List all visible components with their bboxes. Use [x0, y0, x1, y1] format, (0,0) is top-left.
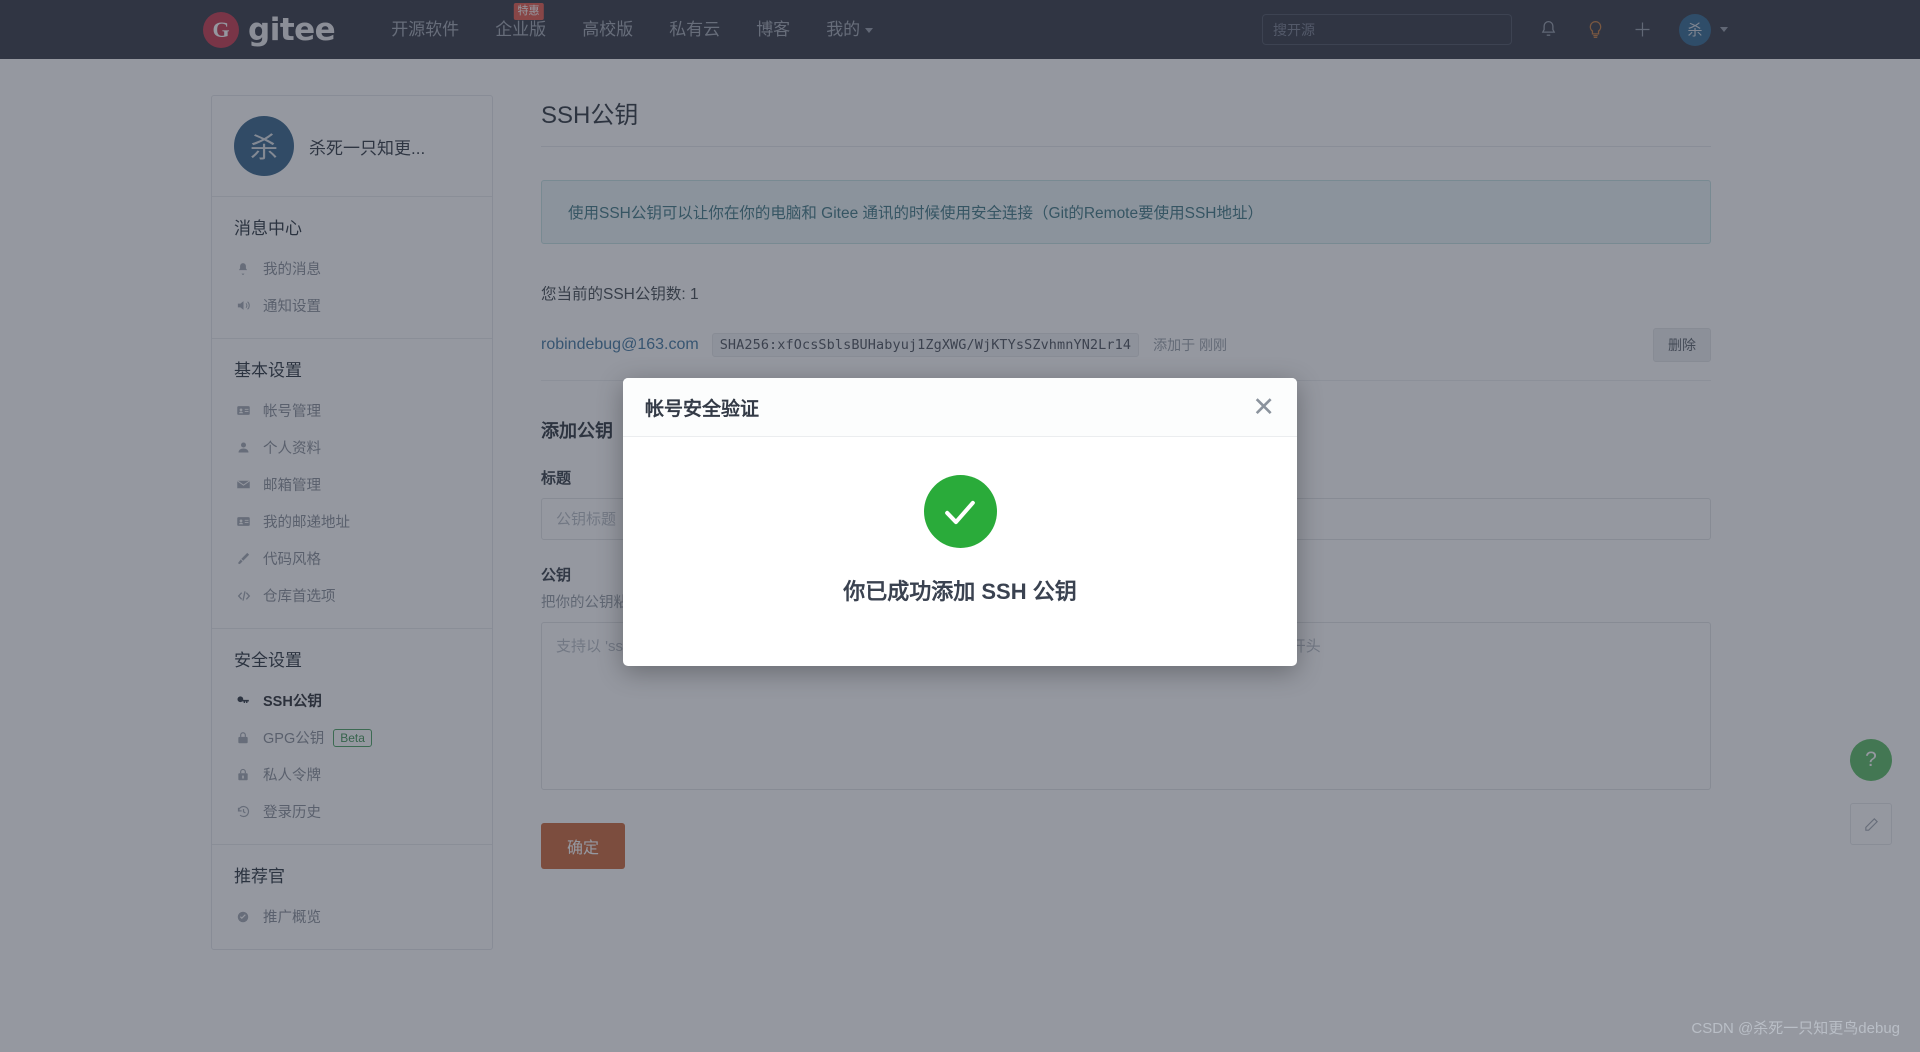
modal-body: 你已成功添加 SSH 公钥 [623, 437, 1297, 606]
success-check-icon [923, 475, 997, 548]
verification-modal: 帐号安全验证 ✕ 你已成功添加 SSH 公钥 [623, 378, 1297, 666]
watermark: CSDN @杀死一只知更鸟debug [1691, 1020, 1900, 1037]
modal-message: 你已成功添加 SSH 公钥 [843, 579, 1077, 604]
app-root: G gitee 开源软件 特惠 企业版 高校版 私有云 博客 我的 [0, 0, 1920, 1052]
close-icon[interactable]: ✕ [1252, 393, 1275, 421]
modal-header: 帐号安全验证 ✕ [623, 378, 1297, 437]
modal-title: 帐号安全验证 [645, 398, 760, 420]
